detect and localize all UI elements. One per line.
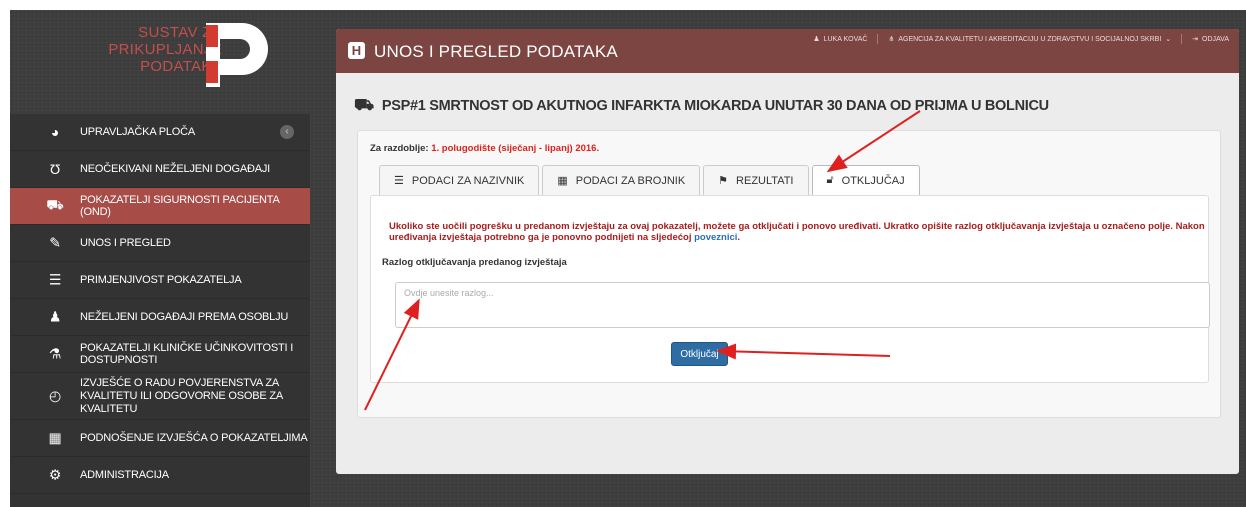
indicator-title: PSP#1 SMRTNOST OD AKUTNOG INFARKTA MIOKA… [381, 98, 1049, 114]
tab-label: REZULTATI [736, 174, 794, 187]
logout-label: ODJAVA [1202, 35, 1229, 43]
sidebar-item-committee-report[interactable]: ◴ IZVJEŠĆE O RADU POVJERENSTVA ZA KVALIT… [10, 373, 310, 420]
indicator-heading: ⛟ PSP#1 SMRTNOST OD AKUTNOG INFARKTA MIO… [354, 96, 1049, 116]
unlock-pane: Ukoliko ste uočili pogrešku u predanom i… [370, 195, 1210, 383]
logo-line-2: PRIKUPLJANJE [108, 41, 222, 58]
header-bar: H UNOS I PREGLED PODATAKA ♟ LUKA KOVAČ ⋔… [336, 29, 1239, 73]
tab-label: OTKLJUČAJ [841, 174, 905, 187]
period-value: 1. polugodište (siječanj - lipanj) 2016. [431, 143, 600, 154]
user-md-icon: ♟ [48, 308, 62, 325]
user-menu[interactable]: ♟ LUKA KOVAČ [813, 35, 868, 44]
tab-bar: ☰ PODACI ZA NAZIVNIK ▦ PODACI ZA BROJNIK… [379, 165, 920, 195]
dashboard-icon: ◕ [50, 124, 60, 140]
sidebar-item-applicability[interactable]: ☰ PRIMJENJIVOST POKAZATELJA [10, 262, 310, 299]
tab-denominator[interactable]: ☰ PODACI ZA NAZIVNIK [379, 165, 540, 195]
sidebar-item-clinical-effectiveness[interactable]: ⚗ POKAZATELJI KLINIČKE UČINKOVITOSTI I D… [10, 336, 310, 373]
hospital-icon: H [348, 42, 365, 59]
sidebar-item-label: PRIMJENJIVOST POKAZATELJA [80, 274, 242, 286]
list-icon: ☰ [394, 175, 404, 187]
list-icon: ☰ [48, 271, 62, 288]
sign-out-icon: ⇥ [1192, 36, 1199, 43]
sidebar-item-dashboard[interactable]: ◕ UPRAVLJAČKA PLOČA ‹ [10, 114, 310, 151]
report-link[interactable]: poveznici [694, 232, 737, 243]
divider [877, 34, 879, 44]
sitemap-icon: ⋔ [888, 36, 895, 43]
agency-menu[interactable]: ⋔ AGENCIJA ZA KVALITETU I AKREDITACIJU U… [888, 35, 1172, 44]
tab-label: PODACI ZA NAZIVNIK [411, 174, 525, 187]
user-name: LUKA KOVAČ [823, 35, 868, 43]
gears-icon: ⚙ [48, 466, 62, 483]
sidebar-item-label: PODNOŠENJE IZVJEŠĆA O POKAZATELJIMA [80, 432, 308, 444]
sidebar: ◕ UPRAVLJAČKA PLOČA ‹ ʊ NEOČEKIVANI NEŽE… [10, 114, 310, 507]
sidebar-item-staff-events[interactable]: ♟ NEŽELJENI DOGAĐAJI PREMA OSOBLJU [10, 299, 310, 336]
sidebar-item-label: POKAZATELJI KLINIČKE UČINKOVITOSTI I DOS… [80, 342, 294, 366]
ambulance-icon: ⛟ [46, 196, 64, 213]
table-icon: ▦ [557, 175, 568, 187]
flag-icon: ⚑ [718, 175, 729, 187]
sidebar-item-label: NEOČEKIVANI NEŽELJENI DOGAĐAJI [80, 163, 271, 175]
sidebar-item-adverse-events[interactable]: ʊ NEOČEKIVANI NEŽELJENI DOGAĐAJI [10, 151, 310, 188]
unlock-warning: Ukoliko ste uočili pogrešku u predanom i… [389, 221, 1207, 243]
divider [1181, 34, 1183, 44]
app-window: SUSTAV ZA PRIKUPLJANJE PODATAKA ◕ UPRAVL… [10, 10, 1246, 507]
agency-name: AGENCIJA ZA KVALITETU I AKREDITACIJU U Z… [898, 35, 1162, 43]
sidebar-item-label: IZVJEŠĆE O RADU POVJERENSTVA ZA KVALITET… [80, 376, 283, 415]
indicator-card: Za razdoblje: 1. polugodište (siječanj -… [357, 130, 1221, 418]
sidebar-item-label: UNOS I PREGLED [80, 237, 171, 249]
header-links: ♟ LUKA KOVAČ ⋔ AGENCIJA ZA KVALITETU I A… [813, 34, 1229, 44]
unlock-button[interactable]: Otključaj [671, 342, 728, 366]
logo-text: SUSTAV ZA PRIKUPLJANJE PODATAKA [108, 24, 222, 75]
period-mark: . [737, 232, 741, 243]
logo-line-1: SUSTAV ZA [138, 24, 222, 41]
user-icon: ♟ [813, 36, 820, 43]
flask-icon: ⚗ [48, 345, 62, 362]
edit-icon: ✎ [49, 234, 61, 251]
tab-results[interactable]: ⚑ REZULTATI [703, 165, 809, 195]
tab-numerator[interactable]: ▦ PODACI ZA BROJNIK [542, 165, 701, 195]
logout-link[interactable]: ⇥ ODJAVA [1192, 35, 1229, 44]
sidebar-item-label: ADMINISTRACIJA [80, 469, 169, 481]
clock-icon: ◴ [48, 387, 62, 404]
logo-p-icon [206, 23, 268, 87]
sidebar-item-submit-reports[interactable]: ▦ PODNOŠENJE IZVJEŠĆA O POKAZATELJIMA [10, 420, 310, 457]
main-panel: H UNOS I PREGLED PODATAKA ♟ LUKA KOVAČ ⋔… [336, 29, 1239, 474]
reason-input[interactable] [395, 282, 1210, 328]
sidebar-item-label: UPRAVLJAČKA PLOČA [80, 126, 195, 138]
tab-unlock[interactable]: 🔓︎ OTKLJUČAJ [811, 165, 920, 195]
page-title: UNOS I PREGLED PODATAKA [374, 42, 618, 61]
reason-label: Razlog otključavanja predanog izvještaja [382, 257, 567, 268]
collapse-icon[interactable]: ‹ [280, 125, 294, 139]
sidebar-item-label: POKAZATELJI SIGURNOSTI PACIJENTA (OND) [80, 194, 279, 218]
period: Za razdoblje: 1. polugodište (siječanj -… [370, 143, 599, 154]
unlock-icon: 🔓︎ [826, 174, 834, 186]
sidebar-item-patient-safety[interactable]: ⛟ POKAZATELJI SIGURNOSTI PACIJENTA (OND) [10, 188, 310, 225]
ambulance-icon: ⛟ [354, 97, 374, 114]
warning-text: Ukoliko ste uočili pogrešku u predanom i… [389, 221, 1205, 243]
tab-label: PODACI ZA BROJNIK [575, 174, 686, 187]
sidebar-item-entry-review[interactable]: ✎ UNOS I PREGLED [10, 225, 310, 262]
stethoscope-icon: ʊ [49, 161, 61, 177]
chevron-down-icon: ⌄ [1165, 36, 1172, 43]
logo-line-3: PODATAKA [140, 58, 222, 75]
app-logo[interactable]: SUSTAV ZA PRIKUPLJANJE PODATAKA [10, 10, 310, 114]
period-label: Za razdoblje: [370, 143, 429, 154]
sidebar-item-administration[interactable]: ⚙ ADMINISTRACIJA [10, 457, 310, 494]
table-icon: ▦ [48, 429, 62, 446]
sidebar-item-label: NEŽELJENI DOGAĐAJI PREMA OSOBLJU [80, 311, 289, 323]
